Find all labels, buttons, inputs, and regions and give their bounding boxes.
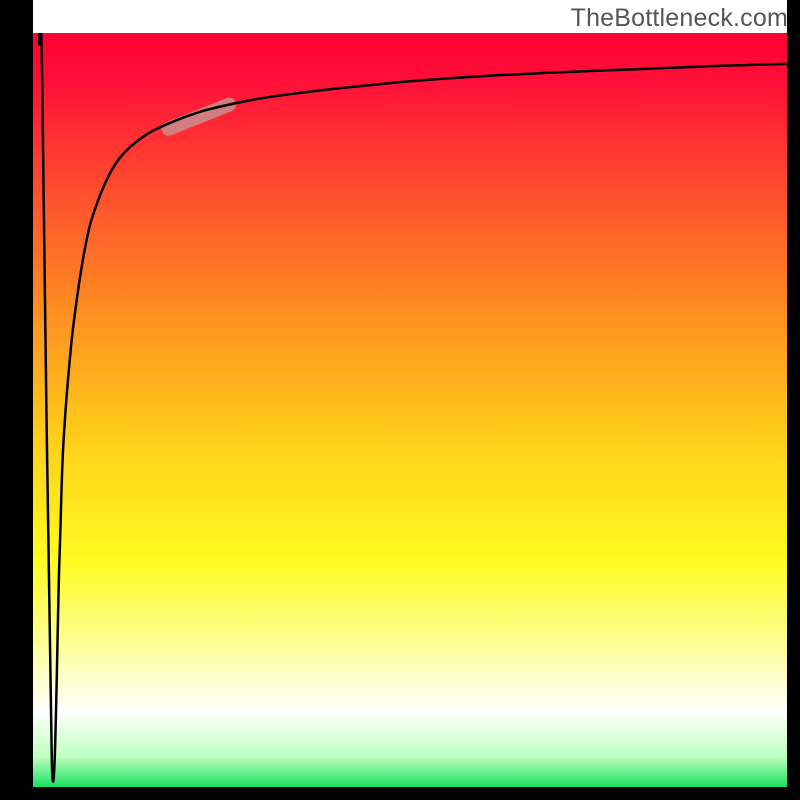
axis-left-margin bbox=[0, 0, 33, 800]
chart-container: TheBottleneck.com bbox=[0, 0, 800, 800]
chart-svg bbox=[0, 0, 800, 800]
watermark-text: TheBottleneck.com bbox=[571, 4, 788, 33]
axis-right-margin bbox=[787, 0, 800, 800]
plot-background bbox=[33, 33, 787, 787]
axis-bottom-margin bbox=[0, 787, 800, 800]
